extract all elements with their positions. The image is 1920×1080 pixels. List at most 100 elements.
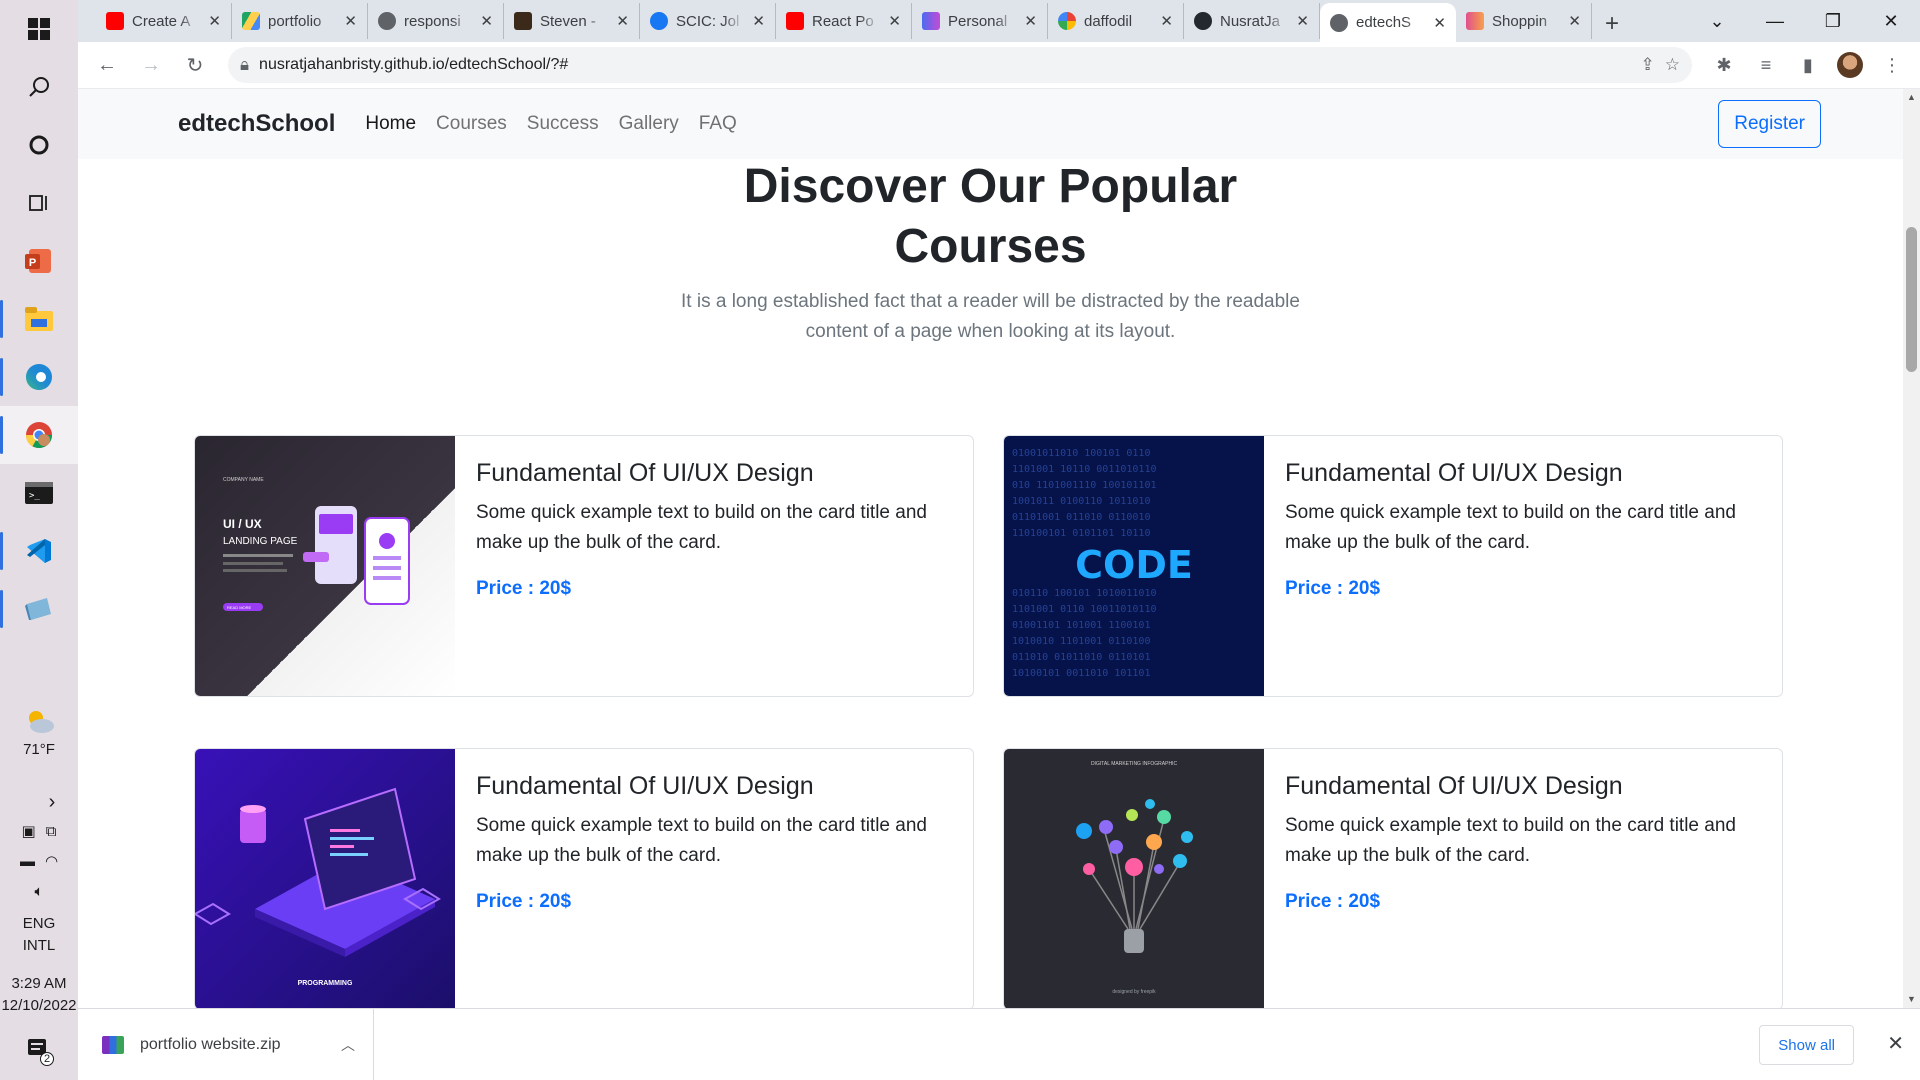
nav-link-courses[interactable]: Courses bbox=[436, 113, 507, 135]
page-scrollbar[interactable]: ▲ ▼ bbox=[1903, 89, 1920, 1008]
show-hidden-icons[interactable]: › bbox=[49, 791, 56, 813]
terminal-icon[interactable]: >_ bbox=[0, 464, 78, 522]
course-card[interactable]: 01001011010 100101 0110 1101001 10110 00… bbox=[1003, 435, 1783, 697]
nav-link-gallery[interactable]: Gallery bbox=[619, 113, 679, 135]
close-download-shelf-icon[interactable]: ✕ bbox=[1887, 1031, 1904, 1056]
youtube-favicon-icon bbox=[786, 12, 804, 30]
digital-marketing-infographic-image: DIGITAL MARKETING INFOGRAPHIC designed b… bbox=[1004, 749, 1264, 1008]
task-view-icon[interactable] bbox=[0, 174, 78, 232]
tab-6[interactable]: Personal ✕ bbox=[912, 3, 1048, 39]
page-viewport: edtechSchool Home Courses Success Galler… bbox=[78, 89, 1920, 1008]
tab-title: NusratJa bbox=[1220, 12, 1281, 30]
window-controls: ⌄ — ❐ ✕ bbox=[1688, 0, 1920, 42]
close-tab-icon[interactable]: ✕ bbox=[1296, 12, 1309, 30]
cortana-icon[interactable] bbox=[0, 116, 78, 174]
code-binary-image: 01001011010 100101 0110 1101001 10110 00… bbox=[1004, 436, 1264, 696]
meet-now-icon[interactable]: ▣ bbox=[22, 821, 36, 843]
image-heading: UI / UX bbox=[223, 517, 262, 531]
vscode-icon[interactable] bbox=[0, 522, 78, 580]
clock[interactable]: 3:29 AM 12/10/2022 bbox=[1, 973, 76, 1017]
weather-widget[interactable]: 71°F bbox=[22, 708, 56, 761]
scroll-down-arrow[interactable]: ▼ bbox=[1903, 991, 1920, 1008]
google-favicon-icon bbox=[1058, 12, 1076, 30]
tab-9-active[interactable]: edtechS ✕ bbox=[1320, 3, 1456, 42]
scroll-thumb[interactable] bbox=[1906, 227, 1917, 372]
svg-text:01101001 011010 0110010: 01101001 011010 0110010 bbox=[1012, 512, 1150, 523]
close-tab-icon[interactable]: ✕ bbox=[344, 12, 357, 30]
side-panel-icon[interactable]: ▮ bbox=[1790, 47, 1826, 83]
share-icon[interactable]: ⇪ bbox=[1641, 55, 1655, 75]
tab-2[interactable]: responsi ✕ bbox=[368, 3, 504, 39]
nav-link-home[interactable]: Home bbox=[365, 113, 416, 135]
tab-title: Create A bbox=[132, 12, 191, 30]
register-button[interactable]: Register bbox=[1718, 100, 1821, 148]
close-window-button[interactable]: ✕ bbox=[1862, 11, 1920, 32]
tab-0[interactable]: Create A ✕ bbox=[96, 3, 232, 39]
close-tab-icon[interactable]: ✕ bbox=[616, 12, 629, 30]
tab-1[interactable]: portfolio ✕ bbox=[232, 3, 368, 39]
chrome-menu-icon[interactable]: ⋮ bbox=[1874, 47, 1910, 83]
notification-center-button[interactable]: 2 bbox=[26, 1037, 54, 1066]
tab-8[interactable]: NusratJa ✕ bbox=[1184, 3, 1320, 39]
media-control-icon[interactable]: ≡ bbox=[1748, 47, 1784, 83]
tab-10[interactable]: Shoppin ✕ bbox=[1456, 3, 1592, 39]
show-all-downloads-button[interactable]: Show all bbox=[1759, 1025, 1854, 1065]
card-text: Some quick example text to build on the … bbox=[476, 815, 927, 866]
powerpoint-icon[interactable]: P bbox=[0, 232, 78, 290]
battery-icon[interactable]: ▬ bbox=[20, 851, 35, 873]
tab-3[interactable]: Steven - ✕ bbox=[504, 3, 640, 39]
wifi-icon[interactable]: ◠ bbox=[45, 851, 58, 873]
image-company-label: COMPANY NAME bbox=[223, 477, 264, 483]
close-tab-icon[interactable]: ✕ bbox=[1160, 12, 1173, 30]
svg-text:011010 01011010 0110101: 011010 01011010 0110101 bbox=[1012, 652, 1150, 663]
svg-text:1101001 0110 10011010110: 1101001 0110 10011010110 bbox=[1012, 604, 1157, 615]
bookmark-star-icon[interactable]: ☆ bbox=[1665, 55, 1680, 75]
app-icon[interactable] bbox=[0, 580, 78, 638]
tab-5[interactable]: React Po ✕ bbox=[776, 3, 912, 39]
minimize-button[interactable]: — bbox=[1746, 11, 1804, 32]
svg-text:10100101 0011010 101101: 10100101 0011010 101101 bbox=[1012, 668, 1150, 679]
address-bar[interactable]: 🔒︎ nusratjahanbristy.github.io/edtechSch… bbox=[228, 47, 1692, 83]
extensions-puzzle-icon[interactable]: ✱ bbox=[1706, 47, 1742, 83]
tab-title: portfolio bbox=[268, 12, 322, 30]
file-explorer-icon[interactable] bbox=[0, 290, 78, 348]
tab-4[interactable]: SCIC: Jol ✕ bbox=[640, 3, 776, 39]
search-icon[interactable] bbox=[0, 58, 78, 116]
close-tab-icon[interactable]: ✕ bbox=[208, 12, 221, 30]
nav-link-success[interactable]: Success bbox=[527, 113, 599, 135]
close-tab-icon[interactable]: ✕ bbox=[1024, 12, 1037, 30]
windows-start-icon[interactable] bbox=[0, 0, 78, 58]
close-tab-icon[interactable]: ✕ bbox=[480, 12, 493, 30]
tab-title: Personal bbox=[948, 12, 1008, 30]
restore-button[interactable]: ❐ bbox=[1804, 11, 1862, 32]
chevron-up-icon[interactable]: ︿ bbox=[341, 1035, 355, 1055]
new-tab-button[interactable]: + bbox=[1592, 6, 1632, 42]
url-text: nusratjahanbristy.github.io/edtechSchool… bbox=[259, 56, 569, 73]
nav-link-faq[interactable]: FAQ bbox=[699, 113, 737, 135]
close-tab-icon[interactable]: ✕ bbox=[888, 12, 901, 30]
chrome-icon[interactable] bbox=[0, 406, 78, 464]
site-brand[interactable]: edtechSchool bbox=[178, 110, 335, 138]
tab-7[interactable]: daffodil ✕ bbox=[1048, 3, 1184, 39]
course-card[interactable]: PROGRAMMING Fundamental Of UI/UX Design … bbox=[194, 748, 974, 1008]
edge-icon[interactable] bbox=[0, 348, 78, 406]
input-language-indicator[interactable]: ENG INTL bbox=[23, 913, 56, 957]
close-tab-icon[interactable]: ✕ bbox=[1568, 12, 1581, 30]
volume-icon[interactable]: 🔈︎ bbox=[34, 881, 43, 903]
close-tab-icon[interactable]: ✕ bbox=[1433, 14, 1446, 32]
course-card[interactable]: DIGITAL MARKETING INFOGRAPHIC designed b… bbox=[1003, 748, 1783, 1008]
profile-avatar-button[interactable] bbox=[1832, 47, 1868, 83]
course-card[interactable]: COMPANY NAME UI / UX LANDING PAGE READ M… bbox=[194, 435, 974, 697]
tab-title: SCIC: Jol bbox=[676, 12, 740, 30]
reload-button[interactable]: ↻ bbox=[176, 46, 214, 84]
clock-time: 3:29 AM bbox=[11, 975, 67, 992]
scroll-up-arrow[interactable]: ▲ bbox=[1903, 89, 1920, 106]
back-button[interactable]: ← bbox=[88, 46, 126, 84]
forward-button[interactable]: → bbox=[132, 46, 170, 84]
lock-icon[interactable]: 🔒︎ bbox=[240, 55, 249, 75]
browser-toolbar: ← → ↻ 🔒︎ nusratjahanbristy.github.io/edt… bbox=[78, 42, 1920, 89]
tab-search-icon[interactable]: ⌄ bbox=[1688, 11, 1746, 32]
screen-capture-icon[interactable]: ⧉ bbox=[46, 821, 57, 843]
close-tab-icon[interactable]: ✕ bbox=[752, 12, 765, 30]
download-item[interactable]: portfolio website.zip ︿ bbox=[78, 1008, 374, 1080]
